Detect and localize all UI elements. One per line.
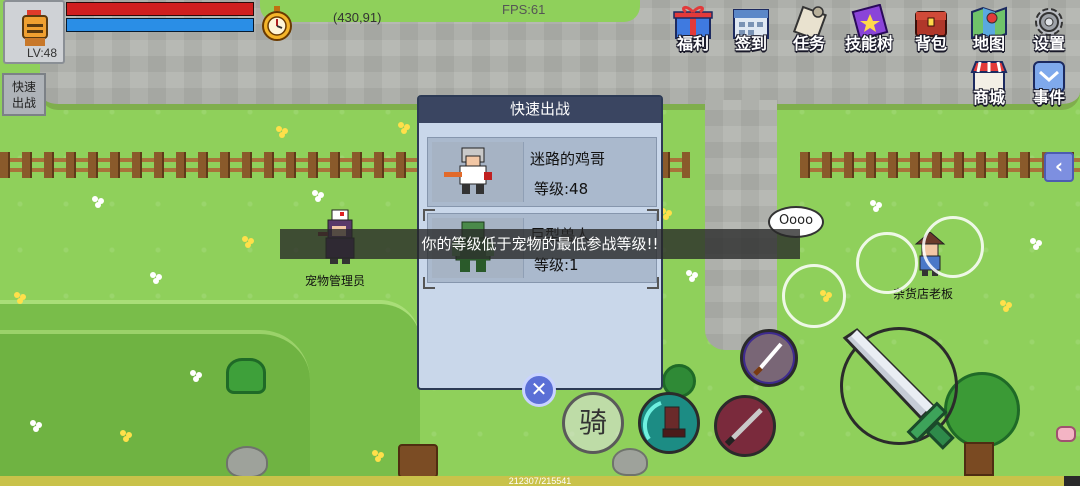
- flower: [276, 126, 282, 132]
- rock: [612, 448, 648, 476]
- fern: [226, 358, 266, 394]
- tree-stump: [398, 444, 438, 478]
- dialog-title: 快速出战: [419, 97, 661, 123]
- side-panel-toggle[interactable]: ‹: [1044, 152, 1074, 182]
- blade-icon: [724, 408, 763, 447]
- flower: [1000, 300, 1006, 306]
- menu-welfare[interactable]: 福利: [666, 0, 720, 60]
- ride-button[interactable]: 骑: [562, 392, 624, 454]
- selection-bracket: [647, 277, 659, 289]
- skill-slot-blade[interactable]: [714, 395, 776, 457]
- target-ring[interactable]: [856, 232, 918, 294]
- flower: [14, 292, 20, 298]
- menu-settings-label: 设置: [1032, 34, 1065, 53]
- selection-bracket: [423, 209, 435, 221]
- stone-path-vertical: [705, 100, 777, 350]
- chevron-left-icon: ‹: [1054, 154, 1064, 178]
- selection-bracket: [647, 209, 659, 221]
- target-ring[interactable]: [782, 264, 846, 328]
- menu-shop[interactable]: 商城: [962, 54, 1016, 114]
- experience-text: 212307/215541: [508, 476, 572, 486]
- rock: [226, 446, 268, 478]
- flower: [150, 272, 156, 278]
- menu-event[interactable]: 事件: [1022, 54, 1076, 114]
- close-icon: ✕: [530, 377, 548, 401]
- menu-backpack-label: 背包: [914, 34, 947, 53]
- flower: [1030, 238, 1036, 244]
- player-level: LV:48: [27, 46, 58, 60]
- sword-slash-icon: [745, 334, 793, 382]
- quick-battle-button[interactable]: 快速 出战: [2, 73, 46, 116]
- quick-battle-label-line2: 出战: [11, 96, 36, 110]
- menu-map[interactable]: 地图: [962, 0, 1016, 60]
- skill-slot-sword[interactable]: [740, 329, 798, 387]
- chicken-brother-sprite: [444, 147, 492, 194]
- pet-manager-name: 宠物管理员: [305, 274, 366, 288]
- flower: [30, 420, 36, 426]
- attack-button[interactable]: [840, 327, 958, 450]
- pet-portrait: [432, 142, 524, 202]
- menu-checkin[interactable]: 签到: [724, 0, 778, 60]
- menu-quest[interactable]: 任务: [782, 0, 836, 60]
- wooden-fence: [0, 152, 420, 178]
- flower: [870, 200, 876, 206]
- skill-slot-boot[interactable]: [638, 392, 700, 454]
- big-sword-icon: [842, 328, 955, 450]
- quick-battle-label-line1: 快速: [11, 80, 36, 94]
- menu-checkin-label: 签到: [734, 34, 767, 53]
- pet-row[interactable]: 迷路的鸡哥 等级:48: [427, 137, 657, 207]
- close-dialog-button[interactable]: ✕: [522, 373, 556, 407]
- pet-level: 等级:48: [534, 180, 589, 198]
- player-coords: (430,91): [333, 10, 382, 25]
- flower: [372, 450, 378, 456]
- selection-bracket: [423, 277, 435, 289]
- menu-quest-label: 任务: [792, 34, 825, 53]
- flower: [242, 236, 248, 242]
- flower: [190, 370, 196, 376]
- menu-shop-label: 商城: [972, 88, 1005, 107]
- menu-event-label: 事件: [1032, 88, 1065, 107]
- flower: [398, 122, 404, 128]
- grass-patch: [260, 0, 640, 22]
- flower: [312, 190, 318, 196]
- knight-portrait-icon: [22, 10, 48, 46]
- stopwatch-icon[interactable]: [260, 6, 294, 42]
- menu-settings[interactable]: 设置: [1022, 0, 1076, 60]
- menu-skill-tree-label: 技能树: [844, 34, 893, 53]
- hp-fill: [67, 3, 253, 15]
- player-avatar[interactable]: LV:48: [3, 0, 65, 64]
- menu-backpack[interactable]: 背包: [904, 0, 958, 60]
- mp-fill: [67, 19, 253, 31]
- menu-welfare-label: 福利: [676, 34, 709, 53]
- boot-icon: [643, 401, 686, 441]
- menu-map-label: 地图: [972, 34, 1005, 53]
- wooden-fence: [800, 152, 1080, 178]
- flower: [92, 196, 98, 202]
- flower: [120, 430, 126, 436]
- pet-name: 迷路的鸡哥: [530, 150, 606, 168]
- toast-message: 你的等级低于宠物的最低参战等级!!: [280, 229, 800, 259]
- pet-critter: [1056, 426, 1076, 442]
- flower: [686, 270, 692, 276]
- fps-counter: FPS:61: [502, 2, 546, 17]
- mp-bar: [66, 18, 254, 32]
- target-ring[interactable]: [922, 216, 984, 278]
- wooden-fence: [660, 152, 690, 178]
- menu-skill-tree[interactable]: 技能树: [842, 0, 896, 60]
- hp-bar: [66, 2, 254, 16]
